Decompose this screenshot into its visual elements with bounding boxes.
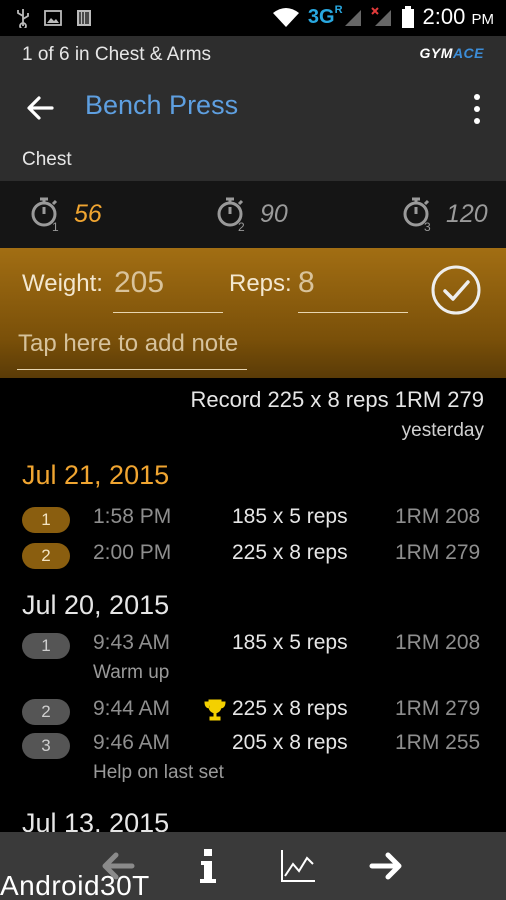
set-weight-reps: 185 x 5 reps bbox=[232, 631, 348, 654]
set-row[interactable]: 1 1:58 PM 185 x 5 reps 1RM 208 bbox=[0, 505, 506, 535]
set-row[interactable]: 1 9:43 AM 185 x 5 reps 1RM 208 bbox=[0, 631, 506, 661]
wifi-icon bbox=[272, 8, 299, 27]
info-icon[interactable] bbox=[188, 846, 228, 886]
set-note: Help on last set bbox=[93, 762, 224, 783]
next-arrow-icon[interactable] bbox=[366, 846, 406, 886]
battery-icon bbox=[401, 6, 414, 28]
watermark: Android30T bbox=[0, 870, 150, 900]
set-weight-reps: 185 x 5 reps bbox=[232, 505, 348, 528]
set-row[interactable]: 2 9:44 AM 225 x 8 reps 1RM 279 bbox=[0, 697, 506, 727]
set-weight-reps: 225 x 8 reps bbox=[232, 697, 348, 720]
breadcrumb: 1 of 6 in Chest & Arms bbox=[22, 44, 212, 65]
record-date: yesterday bbox=[401, 420, 484, 441]
stopwatch-icon: 3 bbox=[403, 197, 431, 233]
set-row[interactable]: 3 9:46 AM 205 x 8 reps 1RM 255 bbox=[0, 731, 506, 761]
set-entry-panel: Weight: 205 Reps: 8 Tap here to add note bbox=[0, 248, 506, 378]
signal-no-data-icon bbox=[370, 7, 391, 26]
reps-label: Reps: bbox=[229, 270, 292, 297]
set-1rm: 1RM 208 bbox=[395, 505, 481, 528]
muscle-group: Chest bbox=[22, 149, 72, 170]
weight-underline bbox=[113, 312, 223, 313]
timer-2[interactable]: 2 90 bbox=[214, 195, 288, 233]
set-time: 2:00 PM bbox=[93, 541, 172, 564]
back-arrow-icon[interactable] bbox=[22, 90, 58, 126]
set-note: Warm up bbox=[93, 662, 170, 683]
set-number-badge: 3 bbox=[22, 733, 70, 759]
svg-text:1: 1 bbox=[52, 220, 59, 233]
network-type: 3G R bbox=[307, 3, 343, 28]
reps-input[interactable]: 8 bbox=[298, 266, 315, 300]
stopwatch-icon: 1 bbox=[31, 197, 59, 233]
weight-label: Weight: bbox=[22, 270, 103, 297]
svg-text:2: 2 bbox=[238, 220, 245, 233]
barcode-icon bbox=[77, 10, 91, 26]
set-weight-reps: 225 x 8 reps bbox=[232, 541, 348, 564]
set-1rm: 1RM 279 bbox=[395, 697, 481, 720]
signal-icon bbox=[344, 10, 361, 26]
timer-value: 56 bbox=[74, 199, 102, 228]
timer-value: 120 bbox=[446, 199, 488, 228]
set-time: 1:58 PM bbox=[93, 505, 172, 528]
chart-icon[interactable] bbox=[278, 846, 318, 886]
history-date: Jul 21, 2015 bbox=[22, 460, 170, 490]
timer-3[interactable]: 3 120 bbox=[400, 195, 488, 233]
stopwatch-icon: 2 bbox=[217, 197, 245, 233]
set-1rm: 1RM 255 bbox=[395, 731, 481, 754]
set-time: 9:43 AM bbox=[93, 631, 171, 654]
set-number-badge: 1 bbox=[22, 507, 70, 533]
set-1rm: 1RM 279 bbox=[395, 541, 481, 564]
timer-value: 90 bbox=[260, 199, 288, 228]
image-icon bbox=[44, 10, 62, 26]
personal-record: Record 225 x 8 reps 1RM 279 bbox=[190, 387, 485, 412]
set-1rm: 1RM 208 bbox=[395, 631, 481, 654]
history-date: Jul 20, 2015 bbox=[22, 590, 170, 620]
usb-icon bbox=[17, 9, 29, 28]
set-number-badge: 2 bbox=[22, 699, 70, 725]
svg-text:3: 3 bbox=[424, 220, 431, 233]
trophy-icon bbox=[204, 699, 226, 721]
check-circle-icon[interactable] bbox=[430, 264, 482, 316]
gymace-logo: GYMACE bbox=[419, 45, 484, 61]
app-bar: 1 of 6 in Chest & Arms GYMACE Bench Pres… bbox=[0, 36, 506, 181]
timer-1[interactable]: 1 56 bbox=[28, 195, 102, 233]
set-time: 9:46 AM bbox=[93, 731, 171, 754]
weight-input[interactable]: 205 bbox=[114, 266, 164, 300]
note-input[interactable]: Tap here to add note bbox=[18, 330, 238, 358]
set-weight-reps: 205 x 8 reps bbox=[232, 731, 348, 754]
set-row[interactable]: 2 2:00 PM 225 x 8 reps 1RM 279 bbox=[0, 541, 506, 571]
set-time: 9:44 AM bbox=[93, 697, 171, 720]
exercise-title: Bench Press bbox=[85, 90, 239, 120]
reps-underline bbox=[298, 312, 408, 313]
rest-timers: 1 56 2 90 3 120 bbox=[0, 181, 506, 248]
overflow-menu-icon[interactable] bbox=[472, 94, 482, 124]
clock: 2:00 PM bbox=[422, 4, 494, 29]
set-number-badge: 2 bbox=[22, 543, 70, 569]
note-underline bbox=[17, 369, 247, 370]
status-bar: 3G R 2:00 PM bbox=[0, 0, 506, 36]
set-number-badge: 1 bbox=[22, 633, 70, 659]
